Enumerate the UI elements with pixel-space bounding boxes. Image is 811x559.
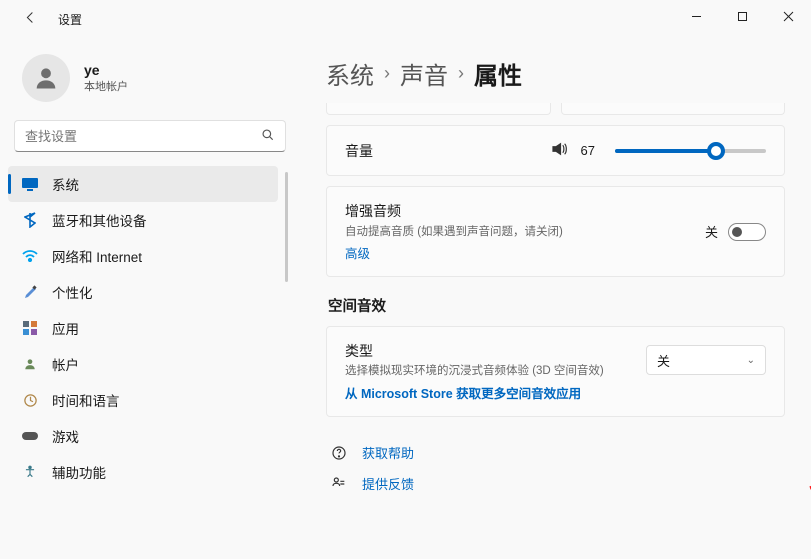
enhance-desc: 自动提高音质 (如果遇到声音问题，请关闭)	[345, 223, 705, 239]
sidebar-item-bluetooth[interactable]: 蓝牙和其他设备	[8, 202, 278, 238]
spatial-type-title: 类型	[345, 341, 630, 361]
wifi-icon	[22, 248, 38, 264]
enhance-toggle[interactable]	[728, 223, 766, 241]
sidebar-item-apps[interactable]: 应用	[8, 310, 278, 346]
annotation-arrow	[800, 398, 811, 498]
back-button[interactable]	[18, 10, 42, 29]
sidebar-item-label: 应用	[52, 318, 79, 338]
sidebar-item-accessibility[interactable]: 辅助功能	[8, 454, 278, 490]
dropdown-selected: 关	[657, 351, 670, 370]
spatial-section-title: 空间音效	[328, 295, 785, 316]
card-partial	[561, 103, 786, 115]
sidebar-item-label: 网络和 Internet	[52, 246, 142, 266]
sidebar-item-personalization[interactable]: 个性化	[8, 274, 278, 310]
chevron-right-icon: ›	[384, 63, 390, 84]
user-name: ye	[84, 62, 128, 78]
sidebar-item-label: 时间和语言	[52, 390, 120, 410]
sidebar-item-label: 帐户	[52, 354, 79, 374]
spatial-store-link[interactable]: 从 Microsoft Store 获取更多空间音效应用	[345, 383, 581, 402]
feedback-icon	[330, 476, 348, 492]
breadcrumb-system[interactable]: 系统	[326, 56, 374, 91]
get-help-link[interactable]: 获取帮助	[330, 443, 785, 462]
help-icon	[330, 445, 348, 461]
gaming-icon	[22, 428, 38, 444]
sidebar-item-label: 系统	[52, 174, 79, 194]
enhance-title: 增强音频	[345, 201, 705, 221]
toggle-label: 关	[705, 222, 718, 241]
search-box[interactable]	[14, 120, 286, 152]
maximize-button[interactable]	[719, 0, 765, 32]
sidebar-item-accounts[interactable]: 帐户	[8, 346, 278, 382]
sidebar-item-label: 游戏	[52, 426, 79, 446]
volume-slider[interactable]	[615, 149, 767, 153]
system-icon	[22, 176, 38, 192]
enhance-advanced-link[interactable]: 高级	[345, 243, 370, 262]
sidebar-item-label: 个性化	[52, 282, 93, 302]
window-title: 设置	[58, 11, 82, 28]
volume-value: 67	[581, 143, 603, 158]
chevron-down-icon: ⌄	[747, 355, 755, 366]
sidebar-scrollbar[interactable]	[285, 172, 288, 282]
sidebar-item-time-language[interactable]: 时间和语言	[8, 382, 278, 418]
spatial-type-desc: 选择模拟现实环境的沉浸式音频体验 (3D 空间音效)	[345, 363, 630, 379]
chevron-right-icon: ›	[458, 63, 464, 84]
clock-globe-icon	[22, 392, 38, 408]
spatial-type-card: 类型 选择模拟现实环境的沉浸式音频体验 (3D 空间音效) 从 Microsof…	[326, 326, 785, 417]
breadcrumb-sound[interactable]: 声音	[400, 56, 448, 91]
spatial-type-dropdown[interactable]: 关 ⌄	[646, 345, 766, 375]
account-icon	[22, 356, 38, 372]
brush-icon	[22, 284, 38, 300]
sidebar-item-label: 蓝牙和其他设备	[52, 210, 147, 230]
bluetooth-icon	[22, 212, 38, 228]
search-icon	[261, 128, 275, 145]
sidebar-item-system[interactable]: 系统	[8, 166, 278, 202]
feedback-link[interactable]: 提供反馈	[330, 474, 785, 493]
sidebar-item-gaming[interactable]: 游戏	[8, 418, 278, 454]
card-partial	[326, 103, 551, 115]
user-profile[interactable]: ye 本地帐户	[8, 46, 292, 118]
sidebar-item-label: 辅助功能	[52, 462, 106, 482]
apps-icon	[22, 320, 38, 336]
close-button[interactable]	[765, 0, 811, 32]
user-subtitle: 本地帐户	[84, 78, 128, 94]
minimize-button[interactable]	[673, 0, 719, 32]
avatar	[22, 54, 70, 102]
breadcrumb-properties: 属性	[474, 56, 522, 91]
volume-label: 音量	[345, 141, 373, 161]
sidebar-item-network[interactable]: 网络和 Internet	[8, 238, 278, 274]
breadcrumb: 系统 › 声音 › 属性	[326, 56, 785, 91]
enhance-audio-card: 增强音频 自动提高音质 (如果遇到声音问题，请关闭) 高级 关	[326, 186, 785, 277]
volume-card: 音量 67	[326, 125, 785, 176]
accessibility-icon	[22, 464, 38, 480]
speaker-icon[interactable]	[549, 140, 569, 161]
search-input[interactable]	[25, 129, 261, 144]
